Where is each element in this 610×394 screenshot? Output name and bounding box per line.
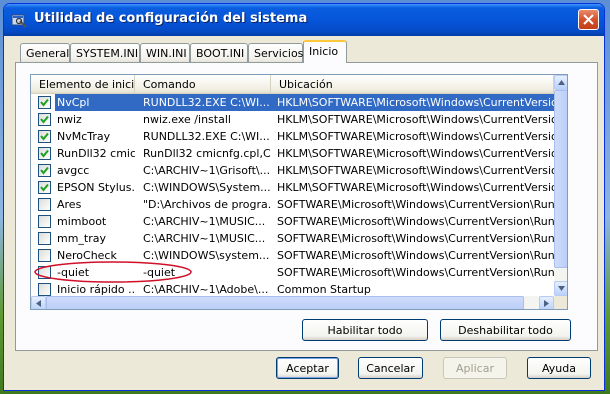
startup-command: "D:\Archivos de progra... <box>143 198 271 211</box>
vertical-scrollbar[interactable] <box>554 75 567 296</box>
startup-location: HKLM\SOFTWARE\Microsoft\Windows\CurrentV… <box>277 113 554 126</box>
startup-command: C:\WINDOWS\System... <box>143 181 271 194</box>
cancel-button[interactable]: Cancelar <box>358 357 423 379</box>
msconfig-app-icon <box>11 12 27 28</box>
startup-location: HKLM\SOFTWARE\Microsoft\Windows\CurrentV… <box>277 164 554 177</box>
checkmark-icon <box>40 132 49 141</box>
table-row[interactable]: nwiz nwiz.exe /install HKLM\SOFTWARE\Micro… <box>31 111 554 128</box>
startup-location: HKLM\SOFTWARE\Microsoft\Windows\CurrentV… <box>271 94 554 111</box>
startup-checkbox[interactable] <box>38 198 51 211</box>
tab-general[interactable]: General <box>20 43 70 63</box>
startup-item-name: avgcc <box>57 164 90 177</box>
tab-boot-ini[interactable]: BOOT.INI <box>190 43 248 63</box>
close-icon <box>583 14 594 25</box>
startup-command: nwiz.exe /install <box>143 113 231 126</box>
checkmark-icon <box>40 98 49 107</box>
startup-item-name: RunDll32 cmic... <box>57 147 135 160</box>
column-header-item[interactable]: Elemento de inicio <box>31 75 135 94</box>
vertical-scroll-thumb[interactable] <box>554 90 567 268</box>
horizontal-scrollbar[interactable] <box>31 296 554 309</box>
startup-location: SOFTWARE\Microsoft\Windows\CurrentVersio… <box>277 232 554 245</box>
checkmark-icon <box>40 166 49 175</box>
startup-location: HKLM\SOFTWARE\Microsoft\Windows\CurrentV… <box>277 147 554 160</box>
scroll-up-button[interactable] <box>554 75 567 90</box>
table-row[interactable]: NvMcTray RUNDLL32.EXE C:\WI... HKLM\SOFTWA… <box>31 128 554 145</box>
startup-checkbox[interactable] <box>38 232 51 245</box>
startup-location: SOFTWARE\Microsoft\Windows\CurrentVersio… <box>277 198 554 211</box>
startup-location: SOFTWARE\Microsoft\Windows\CurrentVersio… <box>277 249 554 262</box>
table-row[interactable]: EPSON Stylus... C:\WINDOWS\System... HKLM\… <box>31 179 554 196</box>
startup-checkbox[interactable] <box>38 130 51 143</box>
startup-location: HKLM\SOFTWARE\Microsoft\Windows\CurrentV… <box>277 181 554 194</box>
startup-item-name: Ares <box>57 198 82 211</box>
horizontal-scroll-thumb[interactable] <box>46 296 524 309</box>
enable-all-button[interactable]: Habilitar todo <box>302 319 428 341</box>
startup-checkbox[interactable] <box>38 283 51 296</box>
list-header: Elemento de inicio Comando Ubicación <box>31 75 554 94</box>
annotation-circle <box>34 261 192 283</box>
arrow-up-icon <box>558 80 565 85</box>
startup-command: C:\ARCHIV~1\MUSIC... <box>143 215 266 228</box>
startup-checkbox[interactable] <box>38 181 51 194</box>
startup-command: RUNDLL32.EXE C:\WI... <box>143 130 270 143</box>
tab-system-ini[interactable]: SYSTEM.INI <box>70 43 140 63</box>
arrow-right-icon <box>544 300 549 307</box>
close-button[interactable] <box>578 9 599 30</box>
startup-checkbox[interactable] <box>38 96 51 109</box>
column-header-location[interactable]: Ubicación <box>271 75 554 94</box>
table-row[interactable]: Ares "D:\Archivos de progra... SOFTWARE\Mi… <box>31 196 554 213</box>
startup-item-name: NvCpl <box>55 94 135 111</box>
checkmark-icon <box>40 115 49 124</box>
startup-command: C:\ARCHIV~1\Grisoft\... <box>143 164 271 177</box>
ok-button[interactable]: Aceptar <box>276 357 339 379</box>
tab-win-ini[interactable]: WIN.INI <box>140 43 190 63</box>
column-header-command[interactable]: Comando <box>135 75 271 94</box>
tab-strip: General SYSTEM.INI WIN.INI BOOT.INI Serv… <box>15 40 595 63</box>
apply-button[interactable]: Aplicar <box>443 357 507 379</box>
startup-checkbox[interactable] <box>38 215 51 228</box>
table-row[interactable]: RunDll32 cmic... RunDll32 cmicnfg.cpl,C..… <box>31 145 554 162</box>
tab-servicios[interactable]: Servicios <box>248 43 303 63</box>
arrow-left-icon <box>36 300 41 307</box>
table-row[interactable]: mimboot C:\ARCHIV~1\MUSIC... SOFTWARE\Micr… <box>31 213 554 230</box>
scroll-left-button[interactable] <box>31 296 46 309</box>
checkmark-icon <box>40 183 49 192</box>
title-bar[interactable]: Utilidad de configuración del sistema <box>4 4 604 36</box>
scroll-right-button[interactable] <box>539 296 554 309</box>
startup-item-name: EPSON Stylus... <box>57 181 135 194</box>
table-row[interactable]: NvCpl RUNDLL32.EXE C:\WI... HKLM\SOFTWARE\… <box>31 94 554 111</box>
startup-command: C:\ARCHIV~1\MUSIC... <box>143 232 266 245</box>
startup-item-name: mimboot <box>57 215 107 228</box>
table-row[interactable]: mm_tray C:\ARCHIV~1\MUSIC... SOFTWARE\Micr… <box>31 230 554 247</box>
startup-checkbox[interactable] <box>38 164 51 177</box>
table-row[interactable]: avgcc C:\ARCHIV~1\Grisoft\... HKLM\SOFTWAR… <box>31 162 554 179</box>
window-title: Utilidad de configuración del sistema <box>34 11 308 26</box>
startup-command: RUNDLL32.EXE C:\WI... <box>135 94 271 111</box>
startup-checkbox[interactable] <box>38 113 51 126</box>
startup-item-name: NvMcTray <box>57 130 111 143</box>
startup-command: RunDll32 cmicnfg.cpl,C... <box>143 147 271 160</box>
startup-item-name: nwiz <box>57 113 82 126</box>
help-button[interactable]: Ayuda <box>527 357 591 379</box>
startup-location: HKLM\SOFTWARE\Microsoft\Windows\CurrentV… <box>277 130 554 143</box>
scrollbar-corner <box>554 296 567 309</box>
startup-item-name: mm_tray <box>57 232 107 245</box>
tab-inicio[interactable]: Inicio <box>303 40 347 63</box>
startup-location: Common Startup <box>277 283 371 296</box>
disable-all-button[interactable]: Deshabilitar todo <box>440 319 571 341</box>
startup-location: SOFTWARE\Microsoft\Windows\CurrentVersio… <box>277 266 554 279</box>
startup-checkbox[interactable] <box>38 147 51 160</box>
startup-location: SOFTWARE\Microsoft\Windows\CurrentVersio… <box>277 215 554 228</box>
arrow-down-icon <box>558 286 565 291</box>
scroll-down-button[interactable] <box>554 281 567 296</box>
checkmark-icon <box>40 149 49 158</box>
